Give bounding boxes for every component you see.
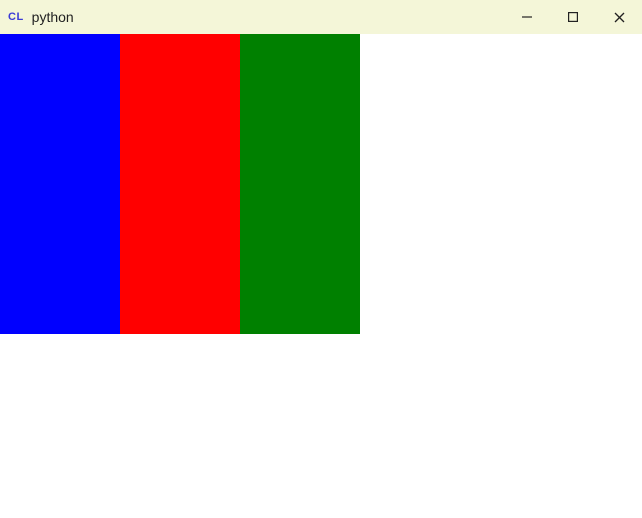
- close-icon: [614, 12, 625, 23]
- titlebar: CL python: [0, 0, 642, 34]
- red-stripe: [120, 34, 240, 334]
- blue-stripe: [0, 34, 120, 334]
- maximize-button[interactable]: [550, 0, 596, 34]
- green-stripe: [240, 34, 360, 334]
- app-icon: CL: [8, 11, 24, 23]
- minimize-icon: [522, 12, 532, 22]
- titlebar-left: CL python: [8, 9, 74, 25]
- window-title: python: [32, 9, 74, 25]
- content-area: [0, 34, 642, 518]
- minimize-button[interactable]: [504, 0, 550, 34]
- close-button[interactable]: [596, 0, 642, 34]
- maximize-icon: [568, 12, 578, 22]
- app-window: CL python: [0, 0, 642, 518]
- window-controls: [504, 0, 642, 34]
